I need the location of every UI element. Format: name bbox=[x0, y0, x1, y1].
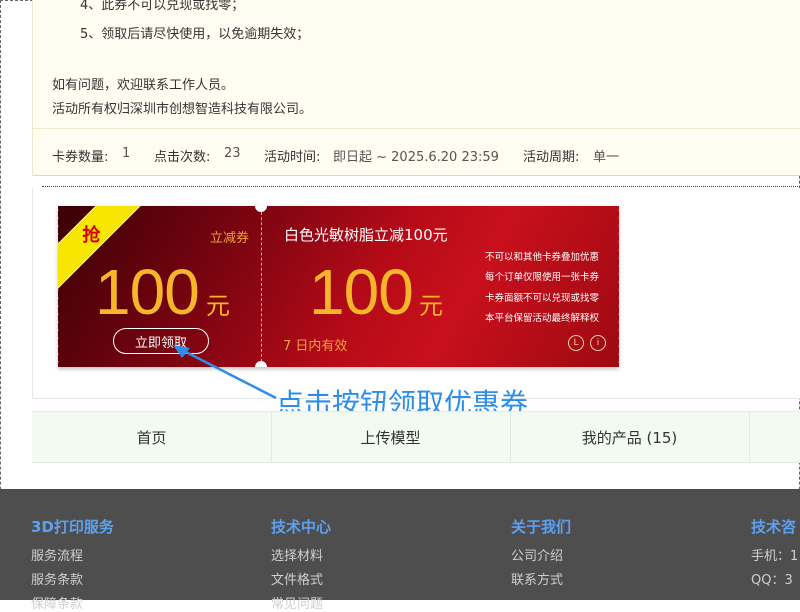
grab-ribbon-text: 抢 bbox=[82, 225, 101, 246]
coupon-amount-right: 100 bbox=[309, 256, 414, 328]
activity-period-value: 单一 bbox=[593, 150, 620, 165]
footer-link-guarantee[interactable]: 保障条款 bbox=[31, 593, 83, 612]
nav-home[interactable]: 首页 bbox=[32, 412, 272, 462]
footer-col2-title: 技术中心 bbox=[271, 518, 332, 536]
coupon-count-value: 1 bbox=[122, 146, 131, 161]
activity-time-label: 活动时间: bbox=[264, 150, 321, 165]
coupon-scallop-right bbox=[616, 206, 619, 367]
footer-link-service-flow[interactable]: 服务流程 bbox=[31, 545, 83, 564]
nav-my-products[interactable]: 我的产品 (15) bbox=[510, 412, 750, 462]
coupon-rule-3: 卡券面额不可以兑现或找零 bbox=[485, 293, 600, 304]
coupon-rule-4: 本平台保留活动最终解释权 bbox=[485, 313, 600, 324]
coupon-unit-left: 元 bbox=[206, 292, 230, 320]
footer-link-service-terms[interactable]: 服务条款 bbox=[31, 569, 83, 588]
nav-more[interactable] bbox=[749, 412, 800, 462]
click-count-value: 23 bbox=[224, 146, 241, 161]
footer-link-materials[interactable]: 选择材料 bbox=[271, 545, 323, 564]
site-footer: 3D打印服务 服务流程 服务条款 保障条款 技术中心 选择材料 文件格式 常见问… bbox=[0, 489, 800, 612]
footer-qq: QQ：3 bbox=[751, 573, 793, 588]
clock-icon[interactable]: L bbox=[568, 335, 584, 351]
annotation-arrow bbox=[173, 345, 277, 400]
activity-notice-panel: 4、此券不可以兑现或找零； 5、领取后请尽快使用，以免逾期失效； 如有问题，欢迎… bbox=[32, 0, 800, 176]
footer-link-contact[interactable]: 联系方式 bbox=[511, 569, 563, 588]
activity-period-label: 活动周期: bbox=[523, 150, 580, 165]
activity-time-value: 即日起 ~ 2025.6.20 23:59 bbox=[333, 150, 499, 165]
coupon-title: 白色光敏树脂立减100元 bbox=[284, 226, 448, 244]
coupon-rule-1: 不可以和其他卡券叠加优惠 bbox=[485, 252, 600, 263]
footer-col3-title: 关于我们 bbox=[511, 518, 572, 536]
notice-rule-5: 5、领取后请尽快使用，以免逾期失效； bbox=[80, 27, 310, 42]
footer-col4-title: 技术咨 bbox=[751, 518, 797, 536]
coupon-validity: 7 日内有效 bbox=[283, 339, 348, 354]
bottom-nav: 首页 上传模型 我的产品 (15) bbox=[32, 411, 800, 463]
footer-link-about[interactable]: 公司介绍 bbox=[511, 545, 563, 564]
coupon-notch-top bbox=[255, 206, 267, 212]
dotted-separator bbox=[42, 186, 800, 187]
coupon-card: 抢 立减券 100 元 立即领取 白色光敏树脂立减100元 100 元 不可以和… bbox=[58, 206, 619, 367]
notice-rule-4: 4、此券不可以兑现或找零； bbox=[80, 0, 245, 13]
notice-ownership: 活动所有权归深圳市创想智造科技有限公司。 bbox=[52, 102, 313, 117]
notice-contact: 如有问题，欢迎联系工作人员。 bbox=[52, 78, 235, 93]
coupon-unit-right: 元 bbox=[419, 292, 443, 320]
footer-link-file-formats[interactable]: 文件格式 bbox=[271, 569, 323, 588]
info-icon[interactable]: i bbox=[590, 335, 606, 351]
nav-upload-model[interactable]: 上传模型 bbox=[271, 412, 511, 462]
footer-phone: 手机：1 bbox=[751, 549, 799, 564]
coupon-count-label: 卡券数量: bbox=[52, 150, 109, 165]
footer-col1-title: 3D打印服务 bbox=[31, 518, 114, 536]
footer-link-faq[interactable]: 常见问题 bbox=[271, 593, 323, 612]
coupon-type-label: 立减券 bbox=[210, 231, 250, 246]
coupon-amount-left: 100 bbox=[95, 256, 200, 328]
coupon-rule-2: 每个订单仅限使用一张卡券 bbox=[485, 272, 600, 283]
activity-stats: 卡券数量: 1 点击次数: 23 活动时间: 即日起 ~ 2025.6.20 2… bbox=[33, 128, 800, 176]
click-count-label: 点击次数: bbox=[154, 150, 211, 165]
